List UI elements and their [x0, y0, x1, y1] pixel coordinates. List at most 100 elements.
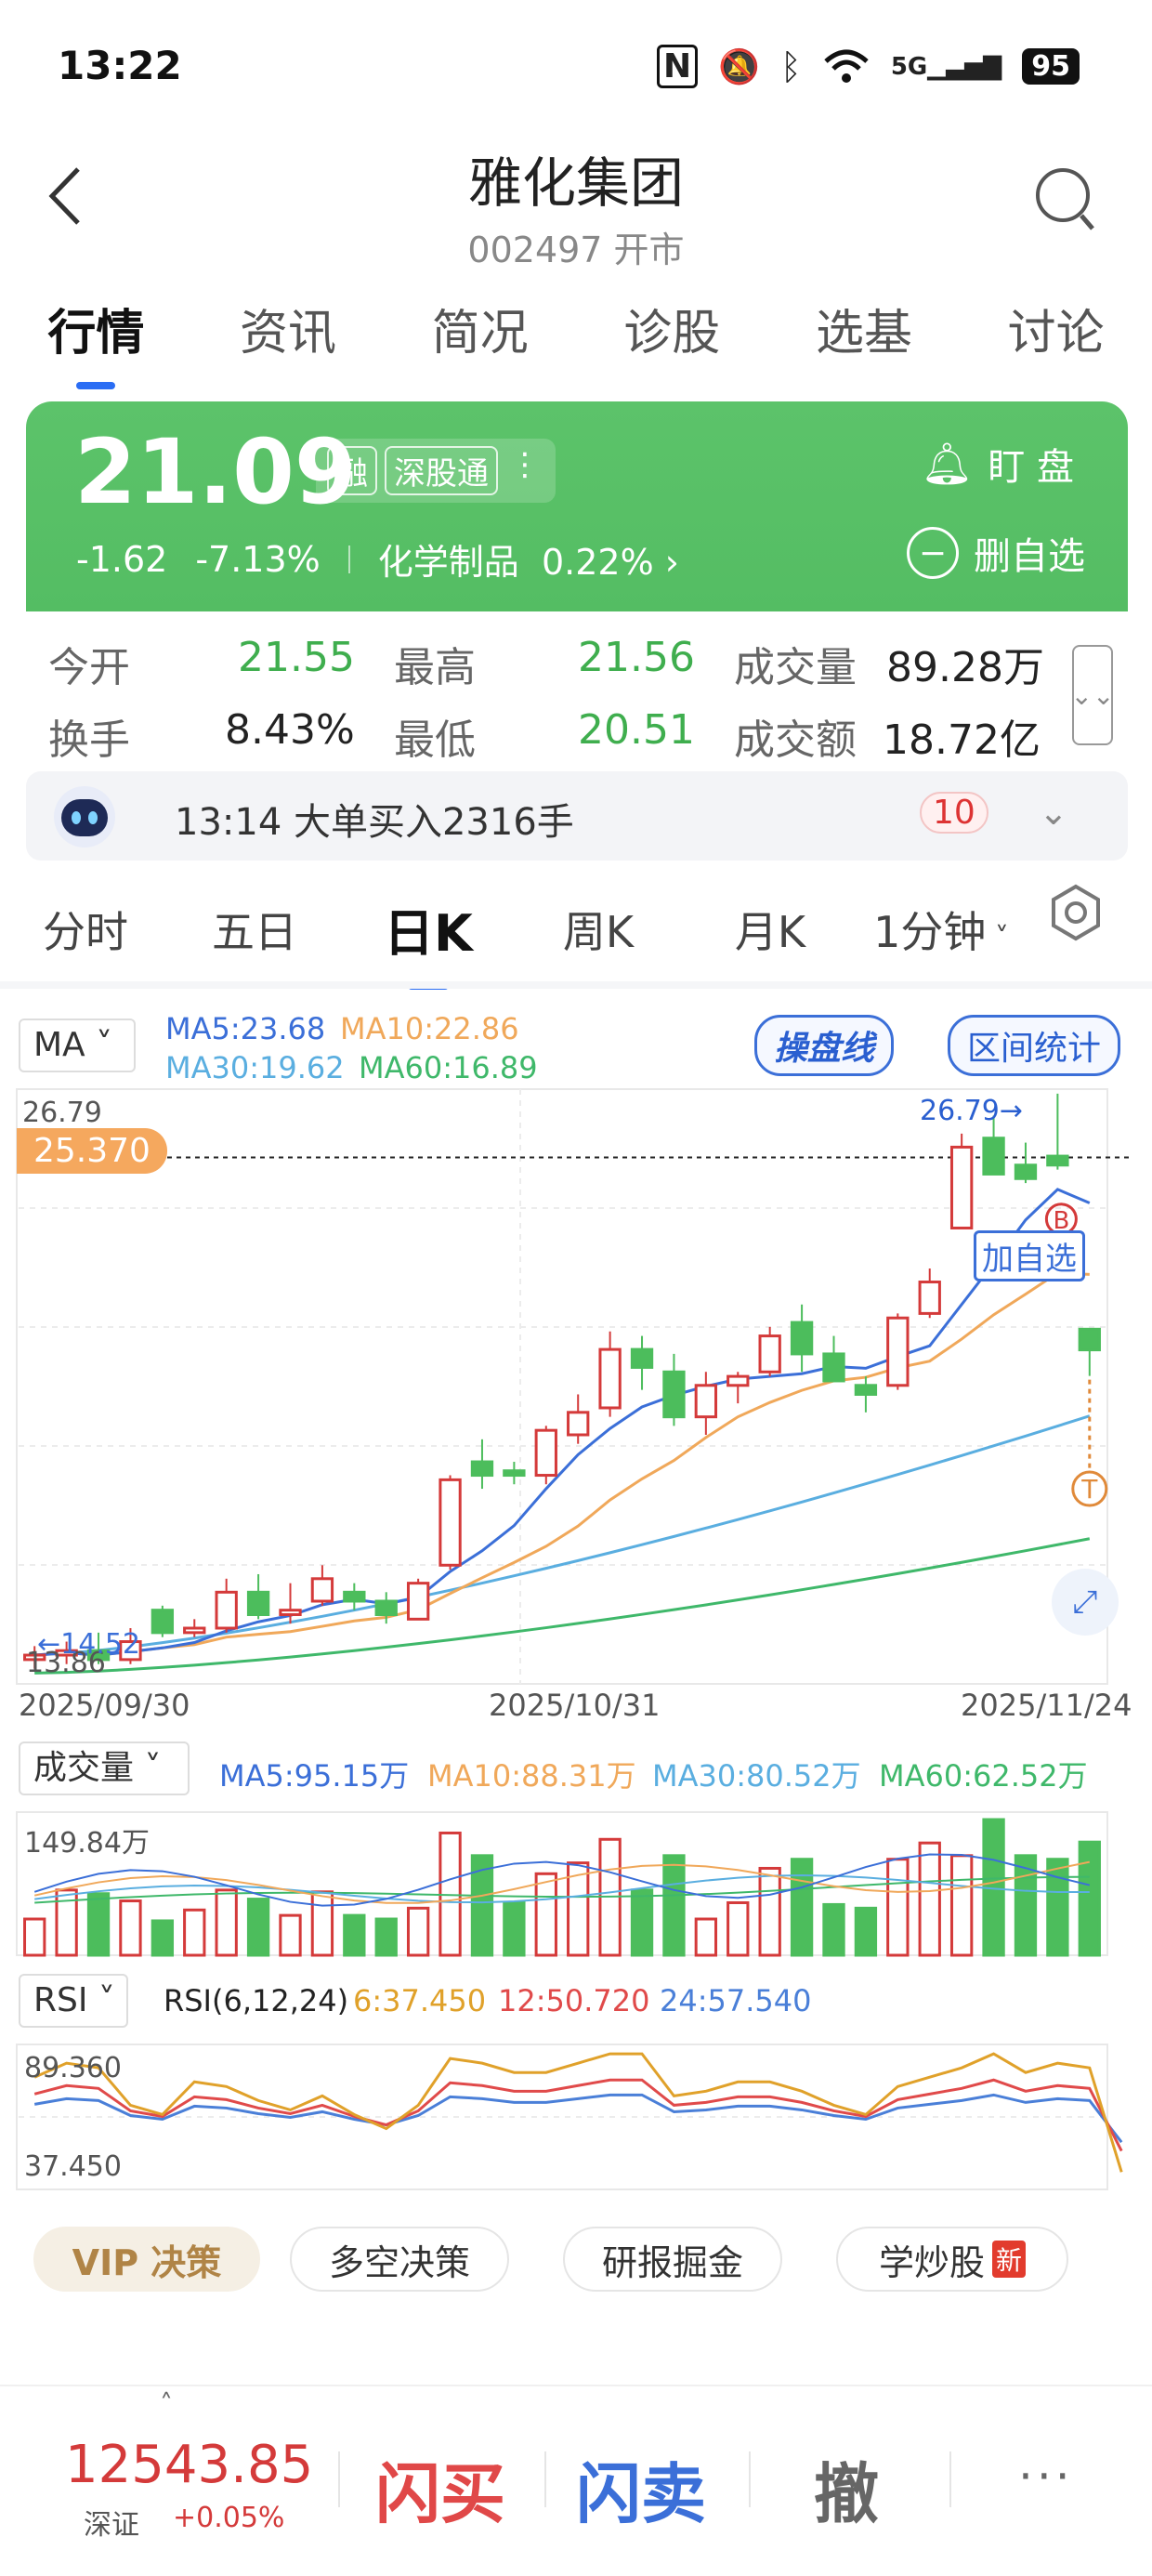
volume-bar: [279, 1913, 302, 1957]
candle: [1014, 1142, 1038, 1184]
badge-group[interactable]: 融 深股通 ⋮: [316, 439, 556, 503]
chevron-down-icon: ˅: [986, 921, 1009, 954]
tab-diagnosis[interactable]: 诊股: [616, 294, 727, 363]
candle-body: [279, 1609, 302, 1617]
battery-icon: 95: [1022, 48, 1080, 85]
price-banner: 21.09 融 深股通 ⋮ -1.62 -7.13% 化学制品 0.22% › …: [26, 401, 1128, 611]
period-weekly[interactable]: 周K: [518, 899, 678, 960]
turnover-value: 8.43%: [225, 706, 355, 754]
indicator-select-rsi[interactable]: RSI ˅: [19, 1974, 128, 2028]
tab-discussion[interactable]: 讨论: [1001, 294, 1112, 363]
chevron-up-icon[interactable]: ˄: [160, 2388, 173, 2419]
candle-body: [727, 1374, 750, 1387]
chevron-down-icon[interactable]: ⌄: [1039, 792, 1068, 833]
fullscreen-icon[interactable]: ⤢: [1052, 1569, 1119, 1636]
status-time: 13:22: [58, 43, 182, 88]
volume-bar: [406, 1906, 430, 1957]
long-short-chip[interactable]: 多空决策: [290, 2227, 509, 2292]
bluetooth-icon: ᛒ: [780, 46, 802, 87]
divider: [338, 2451, 340, 2507]
remove-label: 删自选: [974, 535, 1085, 578]
search-icon[interactable]: [1031, 164, 1098, 238]
period-monthly[interactable]: 月K: [678, 899, 862, 960]
flash-buy-button[interactable]: 闪买: [375, 2442, 505, 2536]
sector-link[interactable]: 化学制品 0.22% ›: [378, 533, 679, 585]
stock-code: 002497 开市: [467, 230, 685, 270]
period-intraday[interactable]: 分时: [0, 899, 171, 960]
period-1min[interactable]: 1分钟 ˅: [862, 899, 1020, 960]
wifi-icon: [824, 49, 869, 83]
index-value[interactable]: 12543.85: [65, 2435, 313, 2495]
indicator-select-volume[interactable]: 成交量 ˅: [19, 1741, 190, 1795]
indicator-select-ma[interactable]: MA ˅: [19, 1019, 136, 1072]
candle-body: [151, 1609, 175, 1635]
interval-stats-button[interactable]: 区间统计: [948, 1015, 1121, 1076]
tab-news[interactable]: 资讯: [232, 294, 344, 363]
candle-body: [822, 1352, 845, 1383]
candle-body: [246, 1590, 270, 1617]
candle-body: [758, 1334, 781, 1373]
candle: [854, 1376, 878, 1413]
divider: [544, 2451, 546, 2507]
period-5day[interactable]: 五日: [171, 899, 338, 960]
research-chip[interactable]: 研报掘金: [563, 2227, 782, 2292]
candle-body: [982, 1137, 1005, 1176]
index-name: 深证: [84, 2509, 139, 2542]
candlestick-chart[interactable]: BT: [0, 1078, 1152, 1710]
news-strip[interactable]: 13:14 大单买入2316手 10 ⌄: [26, 771, 1128, 861]
volume-label: 成交量: [734, 644, 857, 691]
divider: [749, 2451, 751, 2507]
volume-chart[interactable]: [0, 1807, 1152, 1965]
volume-bar: [310, 1890, 334, 1957]
chart-frame: [16, 1088, 1108, 1685]
y-high-label: 26.79: [22, 1097, 102, 1129]
candle: [790, 1304, 814, 1373]
vol-ma10-legend: MA10:88.31万: [427, 1758, 636, 1794]
gear-icon[interactable]: [1046, 883, 1106, 942]
volume-bar: [1078, 1840, 1101, 1957]
candle-body: [598, 1347, 622, 1410]
change-row: -1.62 -7.13% 化学制品 0.22% ›: [76, 533, 679, 585]
date-label-start: 2025/09/30: [19, 1688, 190, 1723]
candle: [439, 1475, 462, 1571]
tab-funds[interactable]: 选基: [808, 294, 920, 363]
watch-button[interactable]: 🔔︎ 盯 盘: [921, 437, 1074, 491]
more-icon[interactable]: ···: [1018, 2450, 1074, 2504]
candle-body: [215, 1590, 238, 1630]
candle: [694, 1372, 718, 1436]
low-mark: ←14.52: [37, 1628, 141, 1661]
amount-label: 成交额: [734, 716, 857, 764]
caopanxian-button[interactable]: 操盘线: [754, 1015, 895, 1076]
period-tabs: 分时 五日 日K 周K 月K 1分钟 ˅: [0, 892, 1152, 990]
learn-chip[interactable]: 学炒股新: [836, 2227, 1068, 2292]
rsi-chart[interactable]: [0, 2041, 1152, 2195]
learn-label: 学炒股: [878, 2241, 985, 2283]
volume-bar: [790, 1858, 814, 1957]
news-text: 13:14 大单买入2316手: [175, 801, 574, 844]
low-label: 最低: [394, 716, 476, 764]
period-daily[interactable]: 日K: [338, 892, 518, 990]
volume-bar: [758, 1866, 781, 1957]
candle: [183, 1619, 206, 1637]
expand-stats-button[interactable]: ⌄⌄: [1071, 645, 1114, 745]
volume-bar: [374, 1917, 398, 1957]
volume-bar: [119, 1899, 142, 1957]
remove-watchlist-button[interactable]: − 删自选: [907, 526, 1085, 580]
news-count-badge: 10: [920, 792, 988, 834]
rsi-top-label: 89.360: [24, 2052, 122, 2084]
high-value: 21.56: [578, 634, 695, 681]
volume-bar: [86, 1892, 111, 1957]
candle: [822, 1335, 845, 1383]
stats-grid: 今开 21.55 最高 21.56 成交量 89.28万 换手 8.43% 最低…: [0, 613, 1152, 771]
tab-quote[interactable]: 行情: [40, 294, 151, 389]
volume-label: 成交量: [33, 1749, 135, 1787]
cancel-order-button[interactable]: 撤: [814, 2442, 879, 2536]
candle-body: [662, 1370, 686, 1419]
candle: [949, 1133, 974, 1229]
flash-sell-button[interactable]: 闪卖: [576, 2442, 706, 2536]
candle: [758, 1326, 781, 1377]
tab-profile[interactable]: 简况: [425, 294, 536, 363]
add-watch-marker[interactable]: 加自选: [974, 1230, 1085, 1281]
vip-decision-chip[interactable]: VIP 决策: [33, 2227, 260, 2292]
volume-bar: [183, 1908, 206, 1957]
